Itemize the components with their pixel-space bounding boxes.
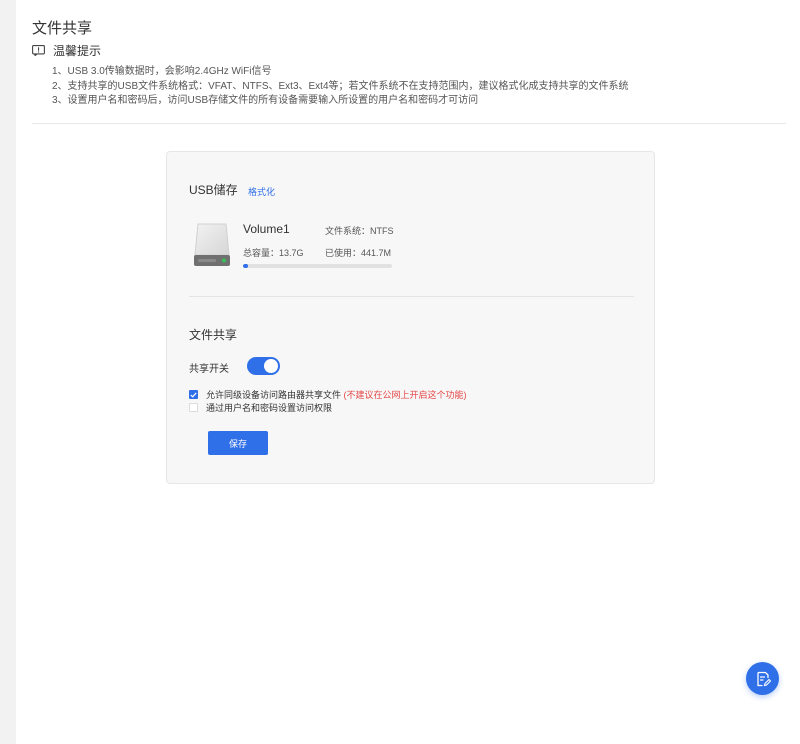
volume-total-capacity: 总容量：13.7G bbox=[243, 248, 304, 258]
allow-peer-access-label: 允许同级设备访问路由器共享文件 bbox=[206, 390, 342, 400]
share-switch-label: 共享开关 bbox=[189, 364, 229, 375]
header-divider bbox=[32, 123, 786, 124]
share-toggle[interactable] bbox=[247, 357, 280, 375]
toggle-knob bbox=[264, 359, 278, 373]
check-icon bbox=[190, 391, 197, 398]
notice-icon bbox=[32, 45, 45, 56]
page-container: 文件共享 温馨提示 1、USB 3.0传输数据时，会影响2.4GHz WiFi信… bbox=[16, 0, 800, 744]
volume-name: Volume1 bbox=[243, 222, 290, 236]
volume-used-capacity: 已使用：441.7M bbox=[325, 248, 392, 258]
format-link[interactable]: 格式化 bbox=[248, 185, 275, 198]
tips-heading: 温馨提示 bbox=[53, 44, 102, 58]
feedback-button[interactable] bbox=[746, 662, 779, 695]
allow-peer-access-option[interactable]: 允许同级设备访问路由器共享文件 (不建议在公网上开启这个功能) bbox=[189, 388, 467, 401]
credential-access-checkbox[interactable] bbox=[189, 403, 198, 412]
storage-usage-bar bbox=[243, 264, 392, 268]
credential-access-option[interactable]: 通过用户名和密码设置访问权限 bbox=[189, 401, 332, 414]
page-title: 文件共享 bbox=[32, 20, 93, 37]
tips-list: 1、USB 3.0传输数据时，会影响2.4GHz WiFi信号 2、支持共享的U… bbox=[52, 65, 629, 109]
save-button[interactable]: 保存 bbox=[208, 431, 268, 455]
card-divider bbox=[189, 296, 634, 297]
tips-header: 温馨提示 bbox=[32, 42, 101, 59]
usb-storage-title: USB储存 bbox=[189, 183, 238, 197]
tip-item: 1、USB 3.0传输数据时，会影响2.4GHz WiFi信号 bbox=[52, 66, 272, 77]
allow-peer-access-checkbox[interactable] bbox=[189, 390, 198, 399]
tip-item: 2、支持共享的USB文件系统格式：VFAT、NTFS、Ext3、Ext4等；若文… bbox=[52, 80, 629, 92]
tip-item: 3、设置用户名和密码后，访问USB存储文件的所有设备需要输入所设置的用户名和密码… bbox=[52, 95, 479, 106]
public-network-warning: (不建议在公网上开启这个功能) bbox=[343, 390, 467, 400]
usb-share-card: USB储存 格式化 Volume1 文件系统：NTFS 总容量：13.7G 已使… bbox=[166, 151, 655, 484]
storage-usage-fill bbox=[243, 264, 248, 268]
volume-filesystem: 文件系统：NTFS bbox=[325, 226, 394, 236]
credential-access-label: 通过用户名和密码设置访问权限 bbox=[206, 403, 333, 413]
feedback-edit-icon bbox=[756, 671, 771, 686]
hard-drive-icon bbox=[193, 222, 231, 273]
file-share-title: 文件共享 bbox=[189, 328, 238, 342]
